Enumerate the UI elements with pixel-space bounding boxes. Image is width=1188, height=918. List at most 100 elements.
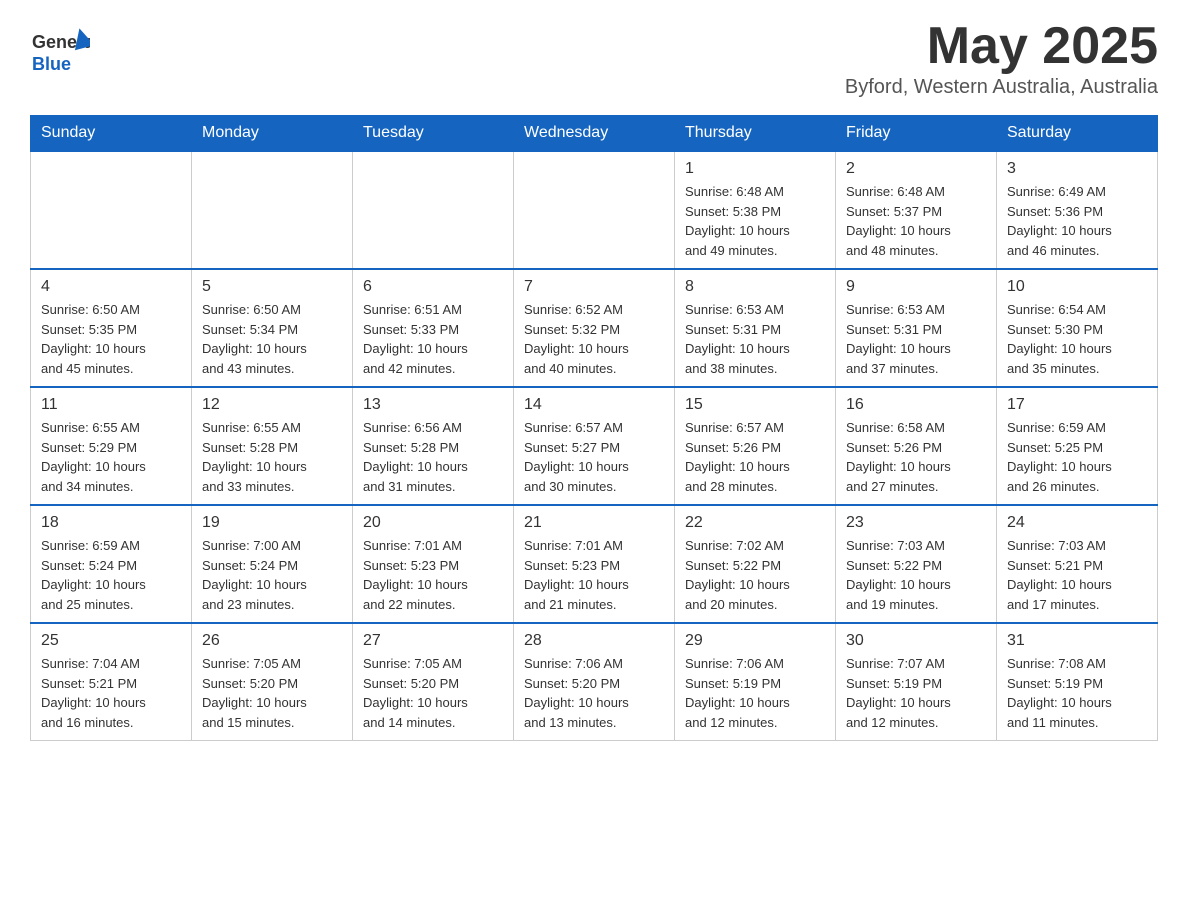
table-row: 2Sunrise: 6:48 AM Sunset: 5:37 PM Daylig… — [836, 151, 997, 269]
calendar-table: Sunday Monday Tuesday Wednesday Thursday… — [30, 115, 1158, 741]
day-info: Sunrise: 7:05 AM Sunset: 5:20 PM Dayligh… — [202, 654, 342, 732]
day-info: Sunrise: 7:08 AM Sunset: 5:19 PM Dayligh… — [1007, 654, 1147, 732]
day-number: 15 — [685, 396, 825, 414]
calendar-title: May 2025 — [845, 20, 1158, 72]
table-row: 8 Sunrise: 6:53 AM Sunset: 5:31 PM Daylig… — [675, 269, 836, 387]
day-number: 28 — [524, 632, 664, 650]
day-info: Sunrise: 7:06 AM Sunset: 5:20 PM Dayligh… — [524, 654, 664, 732]
col-tuesday: Tuesday — [353, 116, 514, 152]
day-number: 8 — [685, 278, 825, 296]
day-info: Sunrise: 6:55 AM Sunset: 5:29 PM Dayligh… — [41, 418, 181, 496]
calendar-week-row: 18 Sunrise: 6:59 AM Sunset: 5:24 PM Dayli… — [31, 505, 1158, 623]
day-number: 18 — [41, 514, 181, 532]
day-number: 25 — [41, 632, 181, 650]
day-info: Sunrise: 6:48 AM Sunset: 5:38 PM Dayligh… — [685, 182, 825, 260]
day-info: Sunrise: 6:59 AM Sunset: 5:25 PM Dayligh… — [1007, 418, 1147, 496]
table-row: 22 Sunrise: 7:02 AM Sunset: 5:22 PM Dayli… — [675, 505, 836, 623]
table-row: 10 Sunrise: 6:54 AM Sunset: 5:30 PM Dayli… — [997, 269, 1158, 387]
table-row: 25 Sunrise: 7:04 AM Sunset: 5:21 PM Dayli… — [31, 623, 192, 741]
table-row — [514, 151, 675, 269]
table-row: 12 Sunrise: 6:55 AM Sunset: 5:28 PM Dayli… — [192, 387, 353, 505]
day-number: 30 — [846, 632, 986, 650]
table-row: 23 Sunrise: 7:03 AM Sunset: 5:22 PM Dayli… — [836, 505, 997, 623]
day-number: 31 — [1007, 632, 1147, 650]
table-row: 29Sunrise: 7:06 AM Sunset: 5:19 PM Dayli… — [675, 623, 836, 741]
table-row: 13 Sunrise: 6:56 AM Sunset: 5:28 PM Dayli… — [353, 387, 514, 505]
calendar-week-row: 1Sunrise: 6:48 AM Sunset: 5:38 PM Daylig… — [31, 151, 1158, 269]
table-row: 9Sunrise: 6:53 AM Sunset: 5:31 PM Daylig… — [836, 269, 997, 387]
table-row: 16Sunrise: 6:58 AM Sunset: 5:26 PM Dayli… — [836, 387, 997, 505]
table-row: 15 Sunrise: 6:57 AM Sunset: 5:26 PM Dayli… — [675, 387, 836, 505]
day-info: Sunrise: 6:59 AM Sunset: 5:24 PM Dayligh… — [41, 536, 181, 614]
table-row: 7 Sunrise: 6:52 AM Sunset: 5:32 PM Daylig… — [514, 269, 675, 387]
day-number: 9 — [846, 278, 986, 296]
day-info: Sunrise: 7:07 AM Sunset: 5:19 PM Dayligh… — [846, 654, 986, 732]
table-row: 18 Sunrise: 6:59 AM Sunset: 5:24 PM Dayli… — [31, 505, 192, 623]
day-info: Sunrise: 6:51 AM Sunset: 5:33 PM Dayligh… — [363, 300, 503, 378]
day-info: Sunrise: 7:01 AM Sunset: 5:23 PM Dayligh… — [363, 536, 503, 614]
table-row: 26 Sunrise: 7:05 AM Sunset: 5:20 PM Dayli… — [192, 623, 353, 741]
table-row — [353, 151, 514, 269]
table-row — [192, 151, 353, 269]
title-block: May 2025 Byford, Western Australia, Aust… — [845, 20, 1158, 99]
day-info: Sunrise: 6:50 AM Sunset: 5:34 PM Dayligh… — [202, 300, 342, 378]
day-number: 26 — [202, 632, 342, 650]
day-info: Sunrise: 7:04 AM Sunset: 5:21 PM Dayligh… — [41, 654, 181, 732]
day-info: Sunrise: 6:48 AM Sunset: 5:37 PM Dayligh… — [846, 182, 986, 260]
table-row: 17 Sunrise: 6:59 AM Sunset: 5:25 PM Dayli… — [997, 387, 1158, 505]
table-row: 3 Sunrise: 6:49 AM Sunset: 5:36 PM Daylig… — [997, 151, 1158, 269]
day-info: Sunrise: 6:55 AM Sunset: 5:28 PM Dayligh… — [202, 418, 342, 496]
day-number: 17 — [1007, 396, 1147, 414]
col-saturday: Saturday — [997, 116, 1158, 152]
day-info: Sunrise: 6:52 AM Sunset: 5:32 PM Dayligh… — [524, 300, 664, 378]
day-info: Sunrise: 7:00 AM Sunset: 5:24 PM Dayligh… — [202, 536, 342, 614]
table-row: 5 Sunrise: 6:50 AM Sunset: 5:34 PM Daylig… — [192, 269, 353, 387]
table-row — [31, 151, 192, 269]
svg-text:Blue: Blue — [32, 54, 71, 74]
day-number: 7 — [524, 278, 664, 296]
col-monday: Monday — [192, 116, 353, 152]
day-number: 11 — [41, 396, 181, 414]
day-info: Sunrise: 7:03 AM Sunset: 5:21 PM Dayligh… — [1007, 536, 1147, 614]
col-wednesday: Wednesday — [514, 116, 675, 152]
table-row: 20 Sunrise: 7:01 AM Sunset: 5:23 PM Dayli… — [353, 505, 514, 623]
page-header: General Blue May 2025 Byford, Western Au… — [30, 20, 1158, 99]
day-info: Sunrise: 6:50 AM Sunset: 5:35 PM Dayligh… — [41, 300, 181, 378]
logo: General Blue — [30, 20, 90, 80]
day-info: Sunrise: 7:05 AM Sunset: 5:20 PM Dayligh… — [363, 654, 503, 732]
day-info: Sunrise: 6:49 AM Sunset: 5:36 PM Dayligh… — [1007, 182, 1147, 260]
day-number: 5 — [202, 278, 342, 296]
day-info: Sunrise: 7:06 AM Sunset: 5:19 PM Dayligh… — [685, 654, 825, 732]
day-number: 16 — [846, 396, 986, 414]
table-row: 30 Sunrise: 7:07 AM Sunset: 5:19 PM Dayli… — [836, 623, 997, 741]
day-number: 19 — [202, 514, 342, 532]
day-number: 21 — [524, 514, 664, 532]
col-friday: Friday — [836, 116, 997, 152]
calendar-week-row: 4Sunrise: 6:50 AM Sunset: 5:35 PM Daylig… — [31, 269, 1158, 387]
day-info: Sunrise: 7:03 AM Sunset: 5:22 PM Dayligh… — [846, 536, 986, 614]
day-number: 20 — [363, 514, 503, 532]
calendar-header-row: Sunday Monday Tuesday Wednesday Thursday… — [31, 116, 1158, 152]
day-number: 12 — [202, 396, 342, 414]
table-row: 1Sunrise: 6:48 AM Sunset: 5:38 PM Daylig… — [675, 151, 836, 269]
day-info: Sunrise: 6:57 AM Sunset: 5:27 PM Dayligh… — [524, 418, 664, 496]
table-row: 21Sunrise: 7:01 AM Sunset: 5:23 PM Dayli… — [514, 505, 675, 623]
day-number: 22 — [685, 514, 825, 532]
day-number: 23 — [846, 514, 986, 532]
day-number: 10 — [1007, 278, 1147, 296]
col-sunday: Sunday — [31, 116, 192, 152]
day-info: Sunrise: 6:56 AM Sunset: 5:28 PM Dayligh… — [363, 418, 503, 496]
table-row: 11 Sunrise: 6:55 AM Sunset: 5:29 PM Dayli… — [31, 387, 192, 505]
day-number: 6 — [363, 278, 503, 296]
table-row: 6 Sunrise: 6:51 AM Sunset: 5:33 PM Daylig… — [353, 269, 514, 387]
day-info: Sunrise: 7:02 AM Sunset: 5:22 PM Dayligh… — [685, 536, 825, 614]
table-row: 27 Sunrise: 7:05 AM Sunset: 5:20 PM Dayli… — [353, 623, 514, 741]
day-info: Sunrise: 6:53 AM Sunset: 5:31 PM Dayligh… — [685, 300, 825, 378]
table-row: 24Sunrise: 7:03 AM Sunset: 5:21 PM Dayli… — [997, 505, 1158, 623]
day-info: Sunrise: 6:57 AM Sunset: 5:26 PM Dayligh… — [685, 418, 825, 496]
day-number: 27 — [363, 632, 503, 650]
day-info: Sunrise: 6:54 AM Sunset: 5:30 PM Dayligh… — [1007, 300, 1147, 378]
day-number: 3 — [1007, 160, 1147, 178]
col-thursday: Thursday — [675, 116, 836, 152]
day-number: 13 — [363, 396, 503, 414]
